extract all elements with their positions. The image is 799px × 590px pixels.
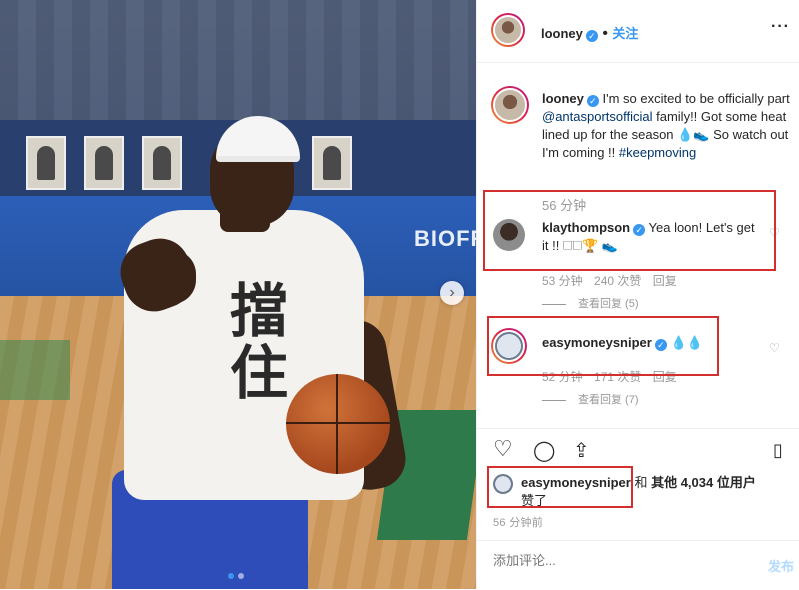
comment-likes[interactable]: 240 次赞 xyxy=(594,274,641,288)
bookmark-icon[interactable]: ▯ xyxy=(773,440,783,461)
verified-badge-icon: ✓ xyxy=(585,30,598,42)
post-header: looney ✓ • 关注 ··· xyxy=(477,0,799,63)
view-replies-label: 查看回复 (5) xyxy=(578,298,639,310)
instagram-post-view: BIOFR 擋住 › looney✓ • xyxy=(0,0,799,589)
heart-icon[interactable]: ♡ xyxy=(493,436,513,462)
caption-text: looney ✓ I'm so excited to be officially … xyxy=(542,90,792,162)
reply-button[interactable]: 回复 xyxy=(653,274,677,288)
carousel-dot xyxy=(238,573,244,579)
replies-divider xyxy=(542,399,566,401)
chevron-right-icon[interactable]: › xyxy=(440,281,464,305)
comment-meta: 53 分钟 240 次赞 回复 xyxy=(542,272,677,289)
caption-body: I'm so excited to be officially part xyxy=(598,91,790,106)
avatar[interactable] xyxy=(491,86,529,124)
highlight-box xyxy=(487,316,719,376)
comment-input[interactable] xyxy=(491,552,735,569)
carousel-dots xyxy=(228,573,244,579)
ellipsis-icon[interactable]: ··· xyxy=(771,18,790,36)
shirt-print: 擋住 xyxy=(230,277,289,407)
replies-divider xyxy=(542,303,566,305)
mention-link[interactable]: @antasportsofficial xyxy=(542,109,653,124)
view-replies-button[interactable]: 查看回复 (7) xyxy=(542,391,639,407)
basketball xyxy=(286,374,390,474)
caption-username[interactable]: looney xyxy=(542,91,584,106)
header-user: looney ✓ • 关注 xyxy=(541,25,639,42)
heart-outline-icon[interactable]: ♡ xyxy=(769,341,780,355)
view-replies-label: 查看回复 (7) xyxy=(578,394,639,406)
hashtag-link[interactable]: #keepmoving xyxy=(619,145,696,160)
post-comment-button[interactable]: 发布 xyxy=(768,556,794,575)
header-username[interactable]: looney xyxy=(541,26,583,41)
comment-time: 53 分钟 xyxy=(542,274,583,288)
player-figure: 擋住 xyxy=(0,0,476,589)
share-icon[interactable]: ⇪ xyxy=(573,438,590,463)
post-photo[interactable]: BIOFR 擋住 › xyxy=(0,0,476,589)
player-pointing-hand xyxy=(140,250,196,304)
comment-icon[interactable]: ◯ xyxy=(533,438,555,463)
player-cap xyxy=(216,116,300,162)
highlight-box xyxy=(483,190,776,271)
view-replies-button[interactable]: 查看回复 (5) xyxy=(542,295,639,311)
follow-button[interactable]: 关注 xyxy=(612,26,638,41)
verified-badge-icon: ✓ xyxy=(586,95,599,107)
likes-connector: 和 xyxy=(630,475,652,490)
highlight-box xyxy=(487,466,633,508)
likes-count[interactable]: 其他 4,034 位用户 xyxy=(651,475,756,490)
carousel-dot xyxy=(228,573,234,579)
post-timestamp: 56 分钟前 xyxy=(493,517,544,529)
avatar[interactable] xyxy=(491,13,525,47)
